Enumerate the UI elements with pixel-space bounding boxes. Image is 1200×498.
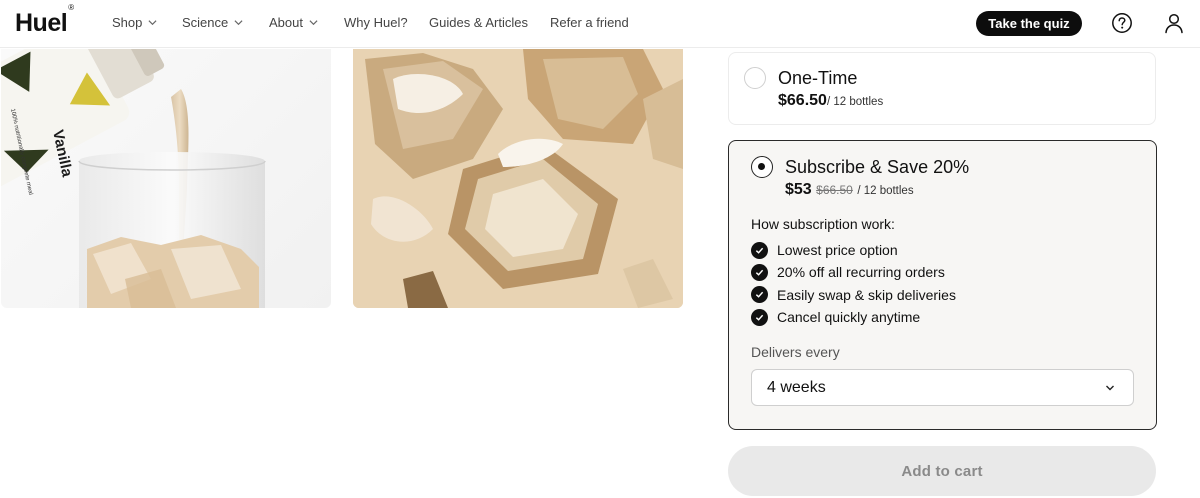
nav-shop-label: Shop [112, 15, 143, 30]
benefits-list: Lowest price option 20% off all recurrin… [751, 239, 956, 328]
take-quiz-button[interactable]: Take the quiz [976, 11, 1082, 36]
nav-why-huel-label: Why Huel? [344, 15, 408, 30]
ice-cubes-milk-illustration [353, 49, 683, 308]
vanilla-bottle-pour-illustration: Vanilla 100% nutritionally complete meal [1, 49, 266, 308]
check-circle-icon [751, 286, 768, 304]
one-time-title: One-Time [778, 68, 858, 88]
chevron-down-icon [148, 20, 157, 26]
delivery-frequency-value: 4 weeks [767, 379, 826, 396]
benefit-text: Easily swap & skip deliveries [777, 286, 956, 303]
delivery-frequency-select[interactable]: 4 weeks [751, 369, 1134, 406]
product-image-ice[interactable] [353, 49, 683, 308]
one-time-price-unit: / 12 bottles [826, 96, 884, 108]
subscribe-title: Subscribe & Save 20% [785, 157, 970, 177]
one-time-radio[interactable] [744, 67, 766, 89]
subscribe-price-value: $53 [785, 181, 812, 198]
one-time-price: $66.50/ 12 bottles [778, 92, 883, 110]
one-time-option[interactable]: One-Time $66.50/ 12 bottles [728, 52, 1156, 125]
nav-about-label: About [269, 15, 303, 30]
subscribe-option[interactable]: Subscribe & Save 20% $53 $66.50 / 12 bot… [728, 140, 1157, 430]
benefit-text: 20% off all recurring orders [777, 264, 945, 281]
chevron-down-icon [234, 20, 243, 26]
list-item: Easily swap & skip deliveries [751, 284, 956, 306]
benefit-text: Lowest price option [777, 242, 898, 259]
nav-guides-articles[interactable]: Guides & Articles [429, 15, 528, 30]
chevron-down-icon [309, 20, 318, 26]
add-to-cart-button[interactable]: Add to cart [728, 446, 1156, 496]
logo-text: Huel [15, 9, 68, 37]
nav-about[interactable]: About [269, 15, 318, 30]
top-navigation: Huel® Shop Science About Why Huel? Guide… [0, 0, 1200, 48]
chevron-down-icon [1106, 385, 1114, 391]
nav-guides-label: Guides & Articles [429, 15, 528, 30]
subscribe-radio[interactable] [751, 156, 773, 178]
nav-refer-friend[interactable]: Refer a friend [550, 15, 629, 30]
nav-shop[interactable]: Shop [112, 15, 157, 30]
original-price: $66.50 [816, 183, 853, 197]
subscribe-price-unit: / 12 bottles [857, 185, 914, 197]
subscribe-price: $53 $66.50 / 12 bottles [785, 181, 914, 199]
nav-science-label: Science [182, 15, 229, 30]
list-item: Cancel quickly anytime [751, 306, 956, 328]
check-circle-icon [751, 241, 768, 259]
huel-logo[interactable]: Huel® [15, 3, 74, 38]
check-circle-icon [751, 263, 768, 281]
registered-mark: ® [68, 2, 74, 12]
benefit-text: Cancel quickly anytime [777, 309, 921, 326]
how-subscription-heading: How subscription work: [751, 216, 895, 232]
product-image-pour[interactable]: Vanilla 100% nutritionally complete meal [1, 49, 331, 308]
list-item: Lowest price option [751, 239, 956, 261]
nav-why-huel[interactable]: Why Huel? [344, 15, 408, 30]
delivers-every-label: Delivers every [751, 344, 840, 360]
help-circle-icon[interactable] [1111, 12, 1133, 34]
nav-refer-label: Refer a friend [550, 15, 629, 30]
one-time-price-value: $66.50 [778, 92, 827, 109]
list-item: 20% off all recurring orders [751, 261, 956, 283]
check-circle-icon [751, 308, 768, 326]
nav-science[interactable]: Science [182, 15, 243, 30]
user-icon[interactable] [1163, 12, 1185, 34]
